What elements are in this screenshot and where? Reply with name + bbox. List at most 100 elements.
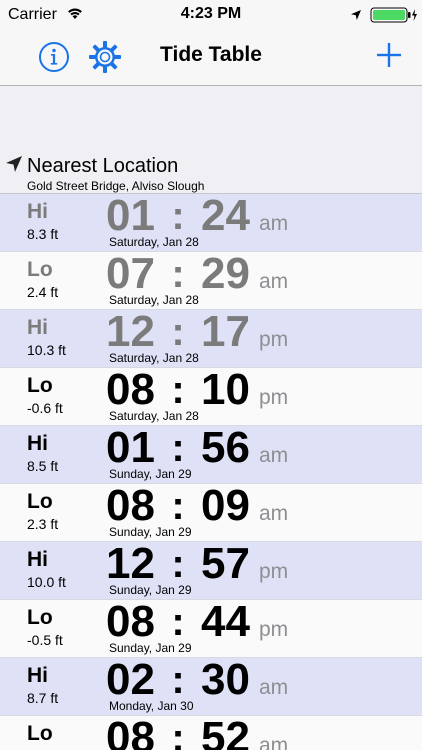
tide-date: Sunday, Jan 29 [109,583,192,597]
tide-hour: 07 [106,249,155,298]
tide-minute: 24 [201,191,250,240]
tide-row[interactable]: Hi 10.3 ft 12:17 pm Saturday, Jan 28 [0,308,422,368]
table-header-spacer [0,86,422,150]
time-separator: : [171,310,185,354]
tide-row[interactable]: Lo 08:52 am [0,714,422,750]
tide-minute: 29 [201,249,250,298]
tide-time: 02:30 [106,656,250,704]
tide-date: Sunday, Jan 29 [109,467,192,481]
tide-row[interactable]: Lo 2.4 ft 07:29 am Saturday, Jan 28 [0,250,422,310]
tide-ampm: pm [259,328,289,351]
tide-hour: 08 [106,713,155,750]
tide-ampm: am [259,502,289,525]
navigation-bar: Tide Table [0,30,422,86]
tide-ampm: am [259,734,289,750]
tide-date: Sunday, Jan 29 [109,525,192,539]
location-title: Nearest Location [27,155,179,177]
tide-row[interactable]: Lo -0.5 ft 08:44 pm Sunday, Jan 29 [0,598,422,658]
time-separator: : [171,194,185,238]
tide-hour: 01 [106,423,155,472]
time-separator: : [171,252,185,296]
time-separator: : [171,542,185,586]
tide-minute: 57 [201,539,250,588]
tide-table-app: Carrier 4:23 PM Tide Table Nearest Locat… [0,0,422,750]
tide-type-label: Lo [27,258,53,281]
tide-time: 08:10 [106,366,250,414]
tide-time: 07:29 [106,250,250,298]
time-separator: : [171,426,185,470]
tide-date: Saturday, Jan 28 [109,409,199,423]
tide-type-label: Hi [27,664,48,687]
location-services-icon [350,8,362,26]
tide-ampm: am [259,444,289,467]
tide-ampm: am [259,212,289,235]
tide-type-label: Hi [27,200,48,223]
tide-height: 10.0 ft [27,574,66,590]
tide-row[interactable]: Lo -0.6 ft 08:10 pm Saturday, Jan 28 [0,366,422,426]
tide-type-label: Hi [27,432,48,455]
tide-row[interactable]: Lo 2.3 ft 08:09 am Sunday, Jan 29 [0,482,422,542]
battery-icon [370,7,418,28]
tide-row[interactable]: Hi 10.0 ft 12:57 pm Sunday, Jan 29 [0,540,422,600]
tide-row[interactable]: Hi 8.7 ft 02:30 am Monday, Jan 30 [0,656,422,716]
location-arrow-icon [5,155,23,178]
tide-row[interactable]: Hi 8.5 ft 01:56 am Sunday, Jan 29 [0,424,422,484]
tide-time: 08:09 [106,482,250,530]
time-separator: : [171,600,185,644]
tide-height: 8.3 ft [27,226,59,242]
tide-type-label: Lo [27,606,53,629]
tide-date: Saturday, Jan 28 [109,351,199,365]
tide-minute: 09 [201,481,250,530]
tide-minute: 56 [201,423,250,472]
tide-time: 12:17 [106,308,250,356]
tide-list: Hi 8.3 ft 01:24 am Saturday, Jan 28 Lo 2.4 ft 0… [0,192,422,750]
tide-ampm: pm [259,560,289,583]
tide-type-label: Hi [27,548,48,571]
tide-hour: 08 [106,365,155,414]
tide-height: 8.5 ft [27,458,59,474]
tide-minute: 44 [201,597,250,646]
tide-time: 08:44 [106,598,250,646]
status-bar: Carrier 4:23 PM [0,0,422,30]
time-separator: : [171,368,185,412]
tide-hour: 08 [106,481,155,530]
time-separator: : [171,658,185,702]
add-location-button[interactable] [374,40,404,70]
tide-date: Sunday, Jan 29 [109,641,192,655]
tide-minute: 52 [201,713,250,750]
page-title: Tide Table [160,43,262,66]
tide-ampm: am [259,270,289,293]
tide-row[interactable]: Hi 8.3 ft 01:24 am Saturday, Jan 28 [0,192,422,252]
tide-height: 2.3 ft [27,516,59,532]
tide-date: Monday, Jan 30 [109,699,194,713]
tide-minute: 17 [201,307,250,356]
tide-type-label: Lo [27,490,53,513]
tide-hour: 02 [106,655,155,704]
tide-date: Saturday, Jan 28 [109,235,199,249]
tide-height: 10.3 ft [27,342,66,358]
tide-time: 01:24 [106,192,250,240]
tide-time: 12:57 [106,540,250,588]
tide-minute: 10 [201,365,250,414]
location-section-header[interactable]: Nearest Location Gold Street Bridge, Alv… [0,150,422,194]
time-separator: : [171,484,185,528]
tide-type-label: Hi [27,316,48,339]
tide-time: 08:52 [106,714,250,750]
tide-hour: 01 [106,191,155,240]
tide-ampm: am [259,676,289,699]
tide-height: 8.7 ft [27,690,59,706]
tide-hour: 08 [106,597,155,646]
tide-minute: 30 [201,655,250,704]
tide-type-label: Lo [27,722,53,745]
tide-ampm: pm [259,386,289,409]
tide-date: Saturday, Jan 28 [109,293,199,307]
tide-hour: 12 [106,539,155,588]
tide-ampm: pm [259,618,289,641]
tide-height: -0.6 ft [27,400,63,416]
tide-time: 01:56 [106,424,250,472]
time-separator: : [171,716,185,750]
plus-icon [377,43,401,67]
tide-height: -0.5 ft [27,632,63,648]
tide-type-label: Lo [27,374,53,397]
tide-hour: 12 [106,307,155,356]
